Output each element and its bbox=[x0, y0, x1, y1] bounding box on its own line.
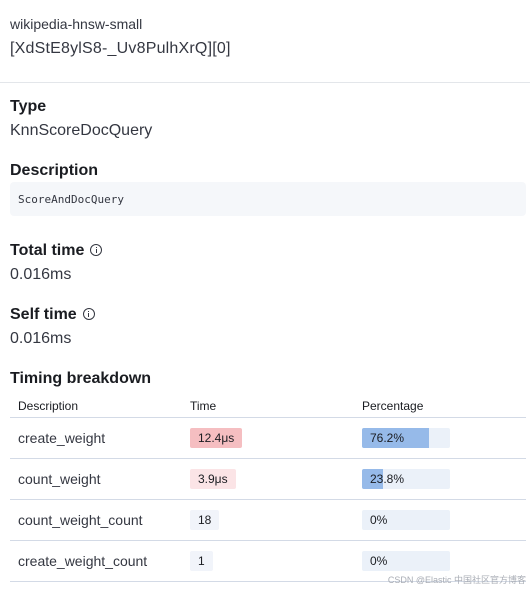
total-time-label: Total time bbox=[10, 242, 85, 259]
percentage-label: 23.8% bbox=[370, 472, 405, 486]
row-percentage-cell: 0% bbox=[354, 499, 526, 541]
table-header-row: Description Time Percentage bbox=[10, 394, 526, 418]
self-time-value: 0.016ms bbox=[10, 330, 72, 347]
percentage-label: 0% bbox=[370, 513, 388, 527]
column-header-time[interactable]: Time bbox=[182, 394, 354, 418]
percentage-bar: 23.8% bbox=[362, 469, 450, 489]
type-label: Type bbox=[10, 98, 47, 115]
watermark: CSDN @Elastic 中国社区官方博客 bbox=[387, 575, 526, 585]
info-icon[interactable] bbox=[82, 307, 95, 320]
total-time-heading: Total time bbox=[10, 242, 103, 260]
row-time-cell: 18 bbox=[182, 499, 354, 541]
row-description: create_weight bbox=[10, 417, 182, 459]
timing-breakdown-label: Timing breakdown bbox=[10, 370, 152, 387]
percentage-bar: 0% bbox=[362, 551, 450, 571]
table-row: create_weight 12.4μs 76.2% bbox=[10, 417, 526, 459]
percentage-label: 0% bbox=[370, 554, 388, 568]
column-header-percentage[interactable]: Percentage bbox=[354, 394, 526, 418]
description-label: Description bbox=[10, 162, 99, 179]
row-time-cell: 3.9μs bbox=[182, 458, 354, 500]
time-badge: 12.4μs bbox=[190, 428, 243, 448]
column-header-description[interactable]: Description bbox=[10, 394, 182, 418]
time-badge: 18 bbox=[190, 510, 220, 530]
total-time-value: 0.016ms bbox=[10, 266, 72, 283]
table-row: count_weight_count 18 0% bbox=[10, 499, 526, 541]
info-icon[interactable] bbox=[90, 243, 103, 256]
header-divider bbox=[0, 82, 530, 83]
row-time-cell: 1 bbox=[182, 540, 354, 582]
percentage-label: 76.2% bbox=[370, 431, 405, 445]
row-time-cell: 12.4μs bbox=[182, 417, 354, 459]
shard-name: [XdStE8ylS8-_Uv8PulhXrQ][0] bbox=[10, 40, 231, 57]
row-description: count_weight bbox=[10, 458, 182, 500]
description-code: ScoreAndDocQuery bbox=[10, 182, 526, 216]
time-badge: 3.9μs bbox=[190, 469, 236, 489]
type-value: KnnScoreDocQuery bbox=[10, 122, 153, 139]
table-row: count_weight 3.9μs 23.8% bbox=[10, 458, 526, 500]
percentage-bar: 0% bbox=[362, 510, 450, 530]
percentage-bar: 76.2% bbox=[362, 428, 450, 448]
timing-table: Description Time Percentage create_weigh… bbox=[10, 394, 526, 582]
self-time-heading: Self time bbox=[10, 306, 95, 324]
row-description: count_weight_count bbox=[10, 499, 182, 541]
index-name: wikipedia-hnsw-small bbox=[10, 16, 143, 32]
row-percentage-cell: 76.2% bbox=[354, 417, 526, 459]
shard-header: wikipedia-hnsw-small [XdStE8ylS8-_Uv8Pul… bbox=[10, 14, 231, 60]
row-description: create_weight_count bbox=[10, 540, 182, 582]
self-time-label: Self time bbox=[10, 306, 77, 323]
time-badge: 1 bbox=[190, 551, 213, 571]
row-percentage-cell: 23.8% bbox=[354, 458, 526, 500]
